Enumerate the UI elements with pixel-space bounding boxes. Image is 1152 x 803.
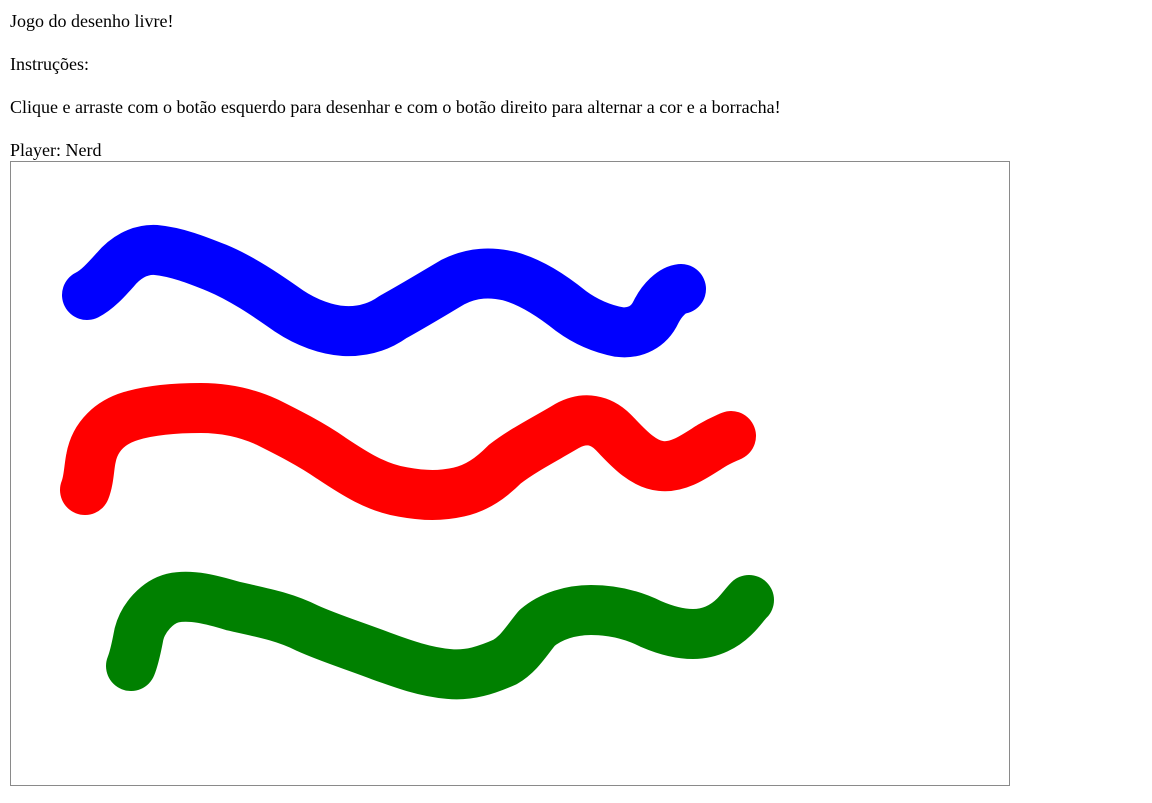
drawing-canvas[interactable]	[10, 161, 1010, 786]
instructions-heading: Instruções:	[10, 54, 89, 74]
red-stroke	[60, 383, 756, 520]
instructions-text: Clique e arraste com o botão esquerdo pa…	[10, 97, 781, 117]
blue-stroke	[62, 224, 706, 358]
player-label: Player: Nerd	[10, 140, 102, 160]
drawing-surface[interactable]	[11, 162, 1009, 785]
page-title: Jogo do desenho livre!	[10, 11, 174, 31]
green-stroke	[106, 571, 774, 700]
